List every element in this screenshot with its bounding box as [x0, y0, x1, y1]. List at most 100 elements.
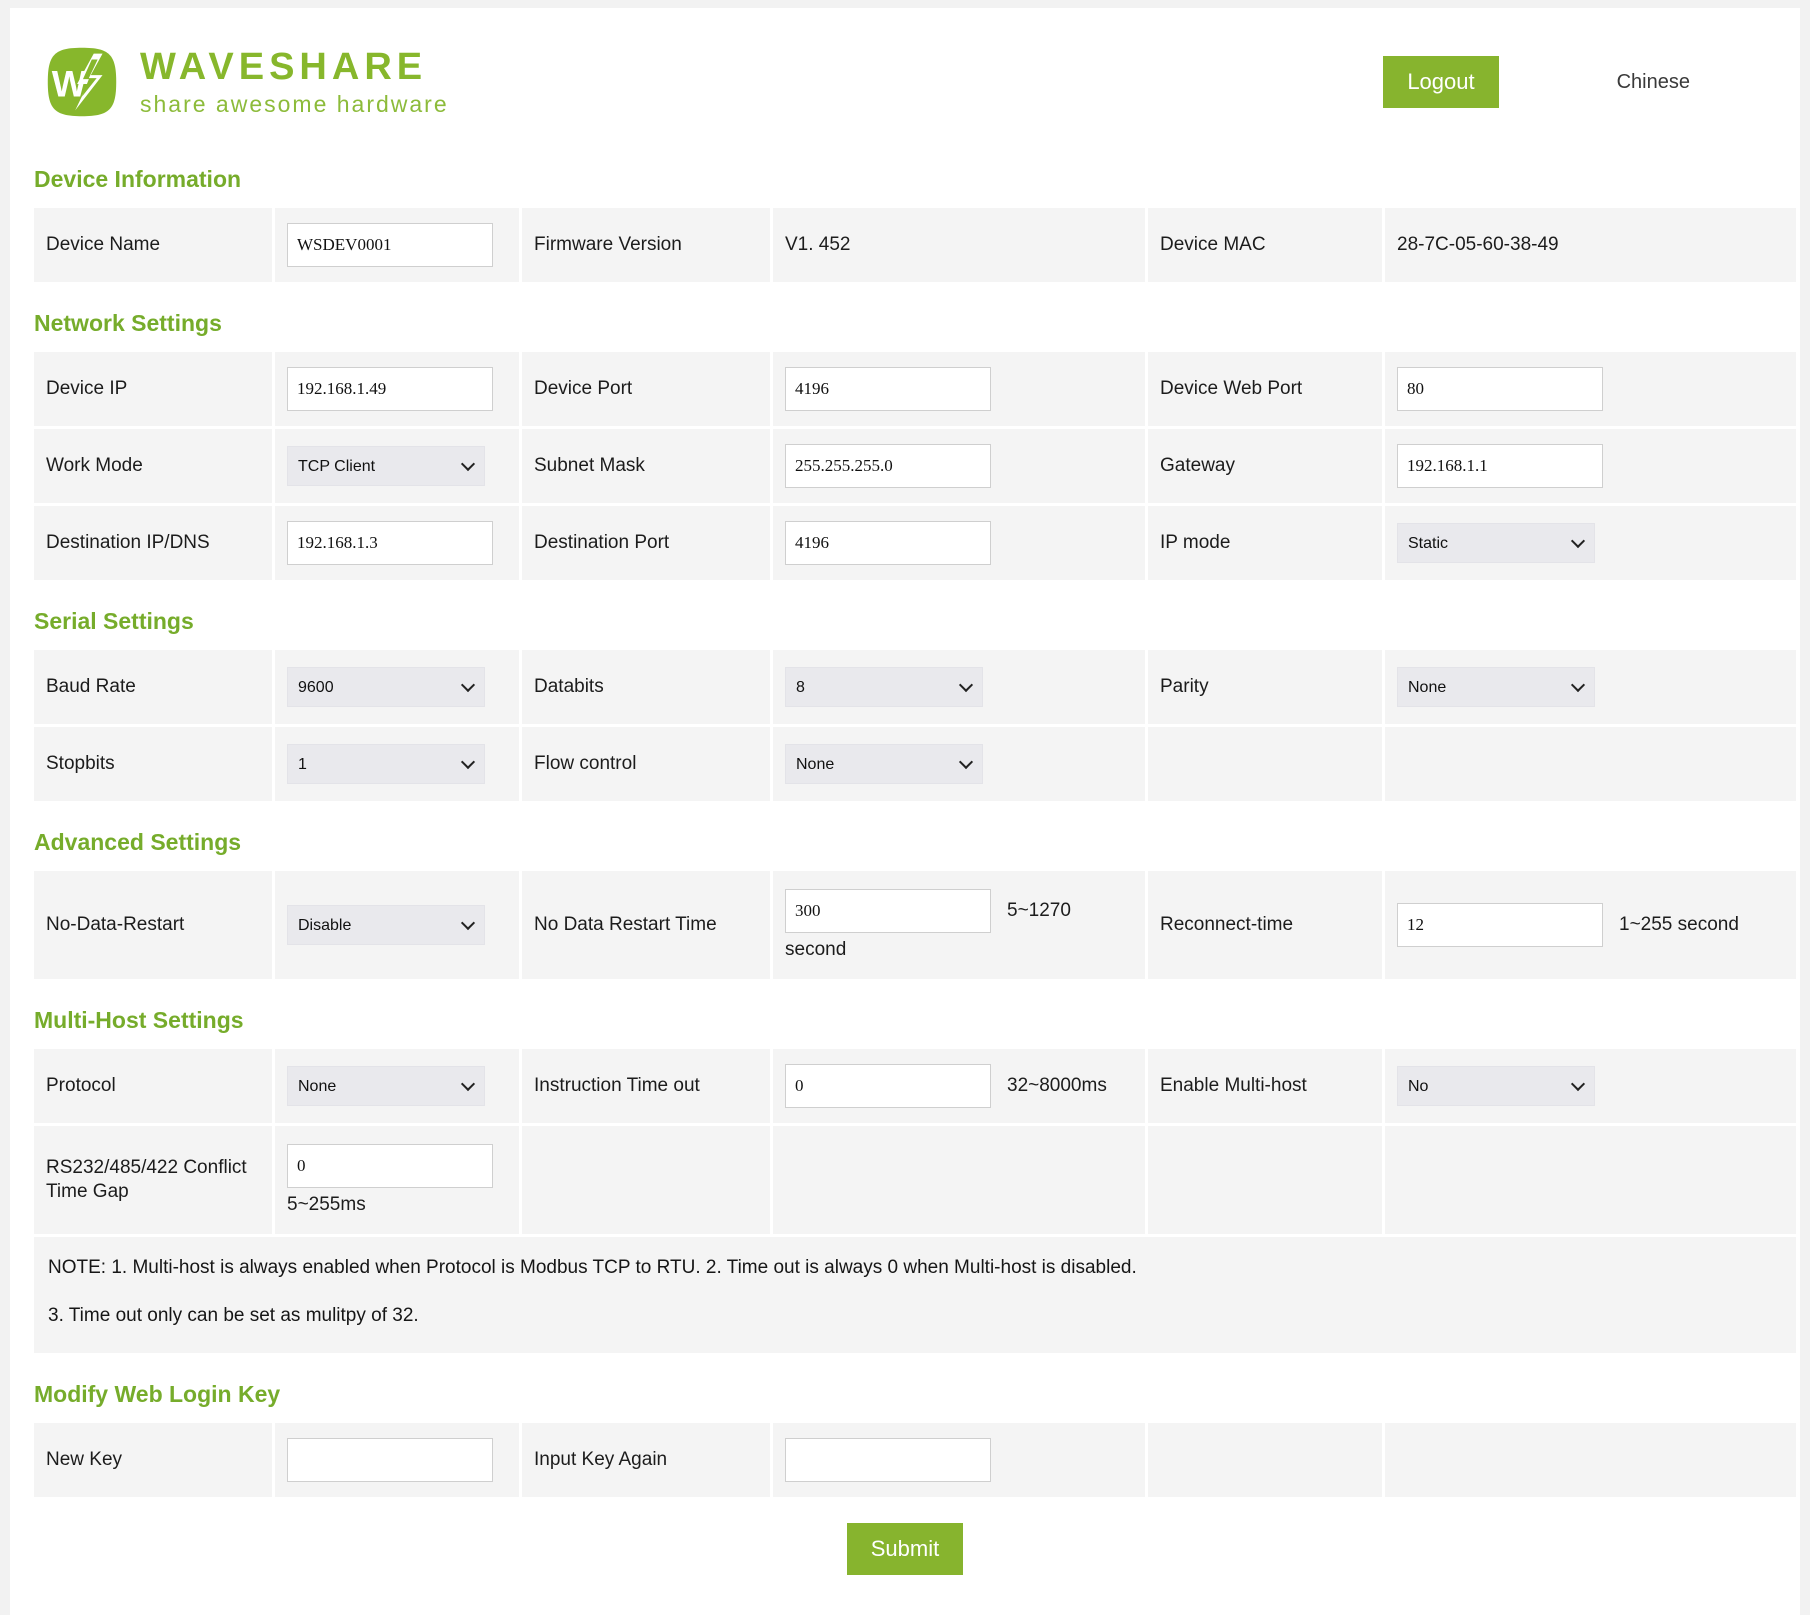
submit-button[interactable]: Submit [847, 1523, 963, 1575]
parity-label: Parity [1160, 675, 1209, 699]
empty-cell [1148, 1126, 1382, 1234]
logo-title: WAVESHARE [140, 48, 449, 88]
network-settings-table: Device IP Device Port Device Web Port Wo… [34, 352, 1796, 580]
work-mode-select[interactable]: TCP Client [287, 446, 485, 486]
device-name-label: Device Name [46, 233, 160, 257]
table-row: Stopbits 1 Flow control None [34, 727, 1796, 801]
device-name-input[interactable] [287, 223, 493, 267]
empty-cell [1385, 1423, 1796, 1497]
parity-select[interactable]: None [1397, 667, 1595, 707]
databits-label: Databits [534, 675, 604, 699]
databits-select[interactable]: 8 [785, 667, 983, 707]
waveshare-logo: W WAVESHARE share awesome hardware [38, 38, 449, 126]
stopbits-label: Stopbits [46, 752, 115, 776]
stopbits-select[interactable]: 1 [287, 744, 485, 784]
subnet-mask-label: Subnet Mask [534, 454, 645, 478]
language-link[interactable]: Chinese [1617, 71, 1690, 94]
enable-multihost-label: Enable Multi-host [1160, 1074, 1307, 1098]
conflict-time-gap-range: 5~255ms [287, 1194, 493, 1216]
ip-mode-select[interactable]: Static [1397, 523, 1595, 563]
confirm-key-input[interactable] [785, 1438, 991, 1482]
table-row: Device Name Firmware Version V1. 452 Dev… [34, 208, 1796, 282]
reconnect-time-label: Reconnect-time [1160, 913, 1293, 937]
no-data-restart-time-range: 5~1270 [1007, 900, 1071, 922]
baud-rate-select[interactable]: 9600 [287, 667, 485, 707]
firmware-version-value: V1. 452 [785, 234, 851, 256]
web-port-input[interactable] [1397, 367, 1603, 411]
table-row: Baud Rate 9600 Databits 8 Parity None [34, 650, 1796, 724]
flow-control-label: Flow control [534, 752, 636, 776]
serial-settings-table: Baud Rate 9600 Databits 8 Parity None St… [34, 650, 1796, 801]
note-panel: NOTE: 1. Multi-host is always enabled wh… [34, 1237, 1796, 1353]
device-information-table: Device Name Firmware Version V1. 452 Dev… [34, 208, 1796, 282]
login-key-table: New Key Input Key Again [34, 1423, 1796, 1497]
logo-tagline: share awesome hardware [140, 92, 449, 116]
conflict-time-gap-label: RS232/485/422 Conflict Time Gap [46, 1156, 260, 1204]
table-row: Protocol None Instruction Time out 32~80… [34, 1049, 1796, 1123]
confirm-key-label: Input Key Again [534, 1448, 667, 1472]
empty-cell [1385, 1126, 1796, 1234]
device-port-input[interactable] [785, 367, 991, 411]
instruction-timeout-label: Instruction Time out [534, 1074, 700, 1098]
table-row: Device IP Device Port Device Web Port [34, 352, 1796, 426]
protocol-select[interactable]: None [287, 1066, 485, 1106]
gateway-input[interactable] [1397, 444, 1603, 488]
section-title-multi-host-settings: Multi-Host Settings [34, 1007, 1786, 1034]
section-title-serial-settings: Serial Settings [34, 608, 1786, 635]
table-row: Destination IP/DNS Destination Port IP m… [34, 506, 1796, 580]
empty-cell [1148, 727, 1382, 801]
submit-row: Submit [24, 1523, 1786, 1575]
destination-ip-input[interactable] [287, 521, 493, 565]
new-key-label: New Key [46, 1448, 122, 1472]
firmware-version-label: Firmware Version [534, 233, 682, 257]
device-mac-label: Device MAC [1160, 233, 1266, 257]
ip-mode-label: IP mode [1160, 531, 1230, 555]
device-mac-value: 28-7C-05-60-38-49 [1397, 234, 1559, 256]
flow-control-select[interactable]: None [785, 744, 983, 784]
empty-cell [773, 1126, 1145, 1234]
instruction-timeout-range: 32~8000ms [1007, 1075, 1107, 1097]
section-title-device-information: Device Information [34, 166, 1786, 193]
reconnect-time-input[interactable] [1397, 903, 1603, 947]
conflict-time-gap-input[interactable] [287, 1144, 493, 1188]
note-line-2: 3. Time out only can be set as mulitpy o… [48, 1305, 1782, 1327]
section-title-network-settings: Network Settings [34, 310, 1786, 337]
table-row: No-Data-Restart Disable No Data Restart … [34, 871, 1796, 979]
table-row: Work Mode TCP Client Subnet Mask Gateway [34, 429, 1796, 503]
table-row: RS232/485/422 Conflict Time Gap 5~255ms [34, 1126, 1796, 1234]
no-data-restart-select[interactable]: Disable [287, 905, 485, 945]
empty-cell [1385, 727, 1796, 801]
page-header: W WAVESHARE share awesome hardware Logou… [24, 26, 1786, 138]
no-data-restart-time-label: No Data Restart Time [534, 913, 717, 937]
instruction-timeout-input[interactable] [785, 1064, 991, 1108]
destination-ip-label: Destination IP/DNS [46, 531, 210, 555]
no-data-restart-time-unit: second [785, 939, 1071, 961]
section-title-advanced-settings: Advanced Settings [34, 829, 1786, 856]
subnet-mask-input[interactable] [785, 444, 991, 488]
section-title-modify-web-login-key: Modify Web Login Key [34, 1381, 1786, 1408]
advanced-settings-table: No-Data-Restart Disable No Data Restart … [34, 871, 1796, 979]
page-card: W WAVESHARE share awesome hardware Logou… [10, 8, 1800, 1615]
destination-port-label: Destination Port [534, 531, 669, 555]
work-mode-label: Work Mode [46, 454, 143, 478]
gateway-label: Gateway [1160, 454, 1235, 478]
table-row: New Key Input Key Again [34, 1423, 1796, 1497]
logo-text: WAVESHARE share awesome hardware [140, 48, 449, 116]
baud-rate-label: Baud Rate [46, 675, 136, 699]
note-line-1: NOTE: 1. Multi-host is always enabled wh… [48, 1257, 1782, 1279]
reconnect-time-range: 1~255 second [1619, 914, 1739, 936]
device-ip-label: Device IP [46, 377, 127, 401]
waveshare-leaf-icon: W [38, 38, 126, 126]
multi-host-settings-table: Protocol None Instruction Time out 32~80… [34, 1049, 1796, 1234]
device-web-port-label: Device Web Port [1160, 377, 1302, 401]
protocol-label: Protocol [46, 1074, 116, 1098]
empty-cell [522, 1126, 770, 1234]
enable-multihost-select[interactable]: No [1397, 1066, 1595, 1106]
device-ip-input[interactable] [287, 367, 493, 411]
no-data-restart-time-input[interactable] [785, 889, 991, 933]
empty-cell [1148, 1423, 1382, 1497]
new-key-input[interactable] [287, 1438, 493, 1482]
destination-port-input[interactable] [785, 521, 991, 565]
no-data-restart-label: No-Data-Restart [46, 913, 184, 937]
logout-button[interactable]: Logout [1383, 56, 1498, 108]
